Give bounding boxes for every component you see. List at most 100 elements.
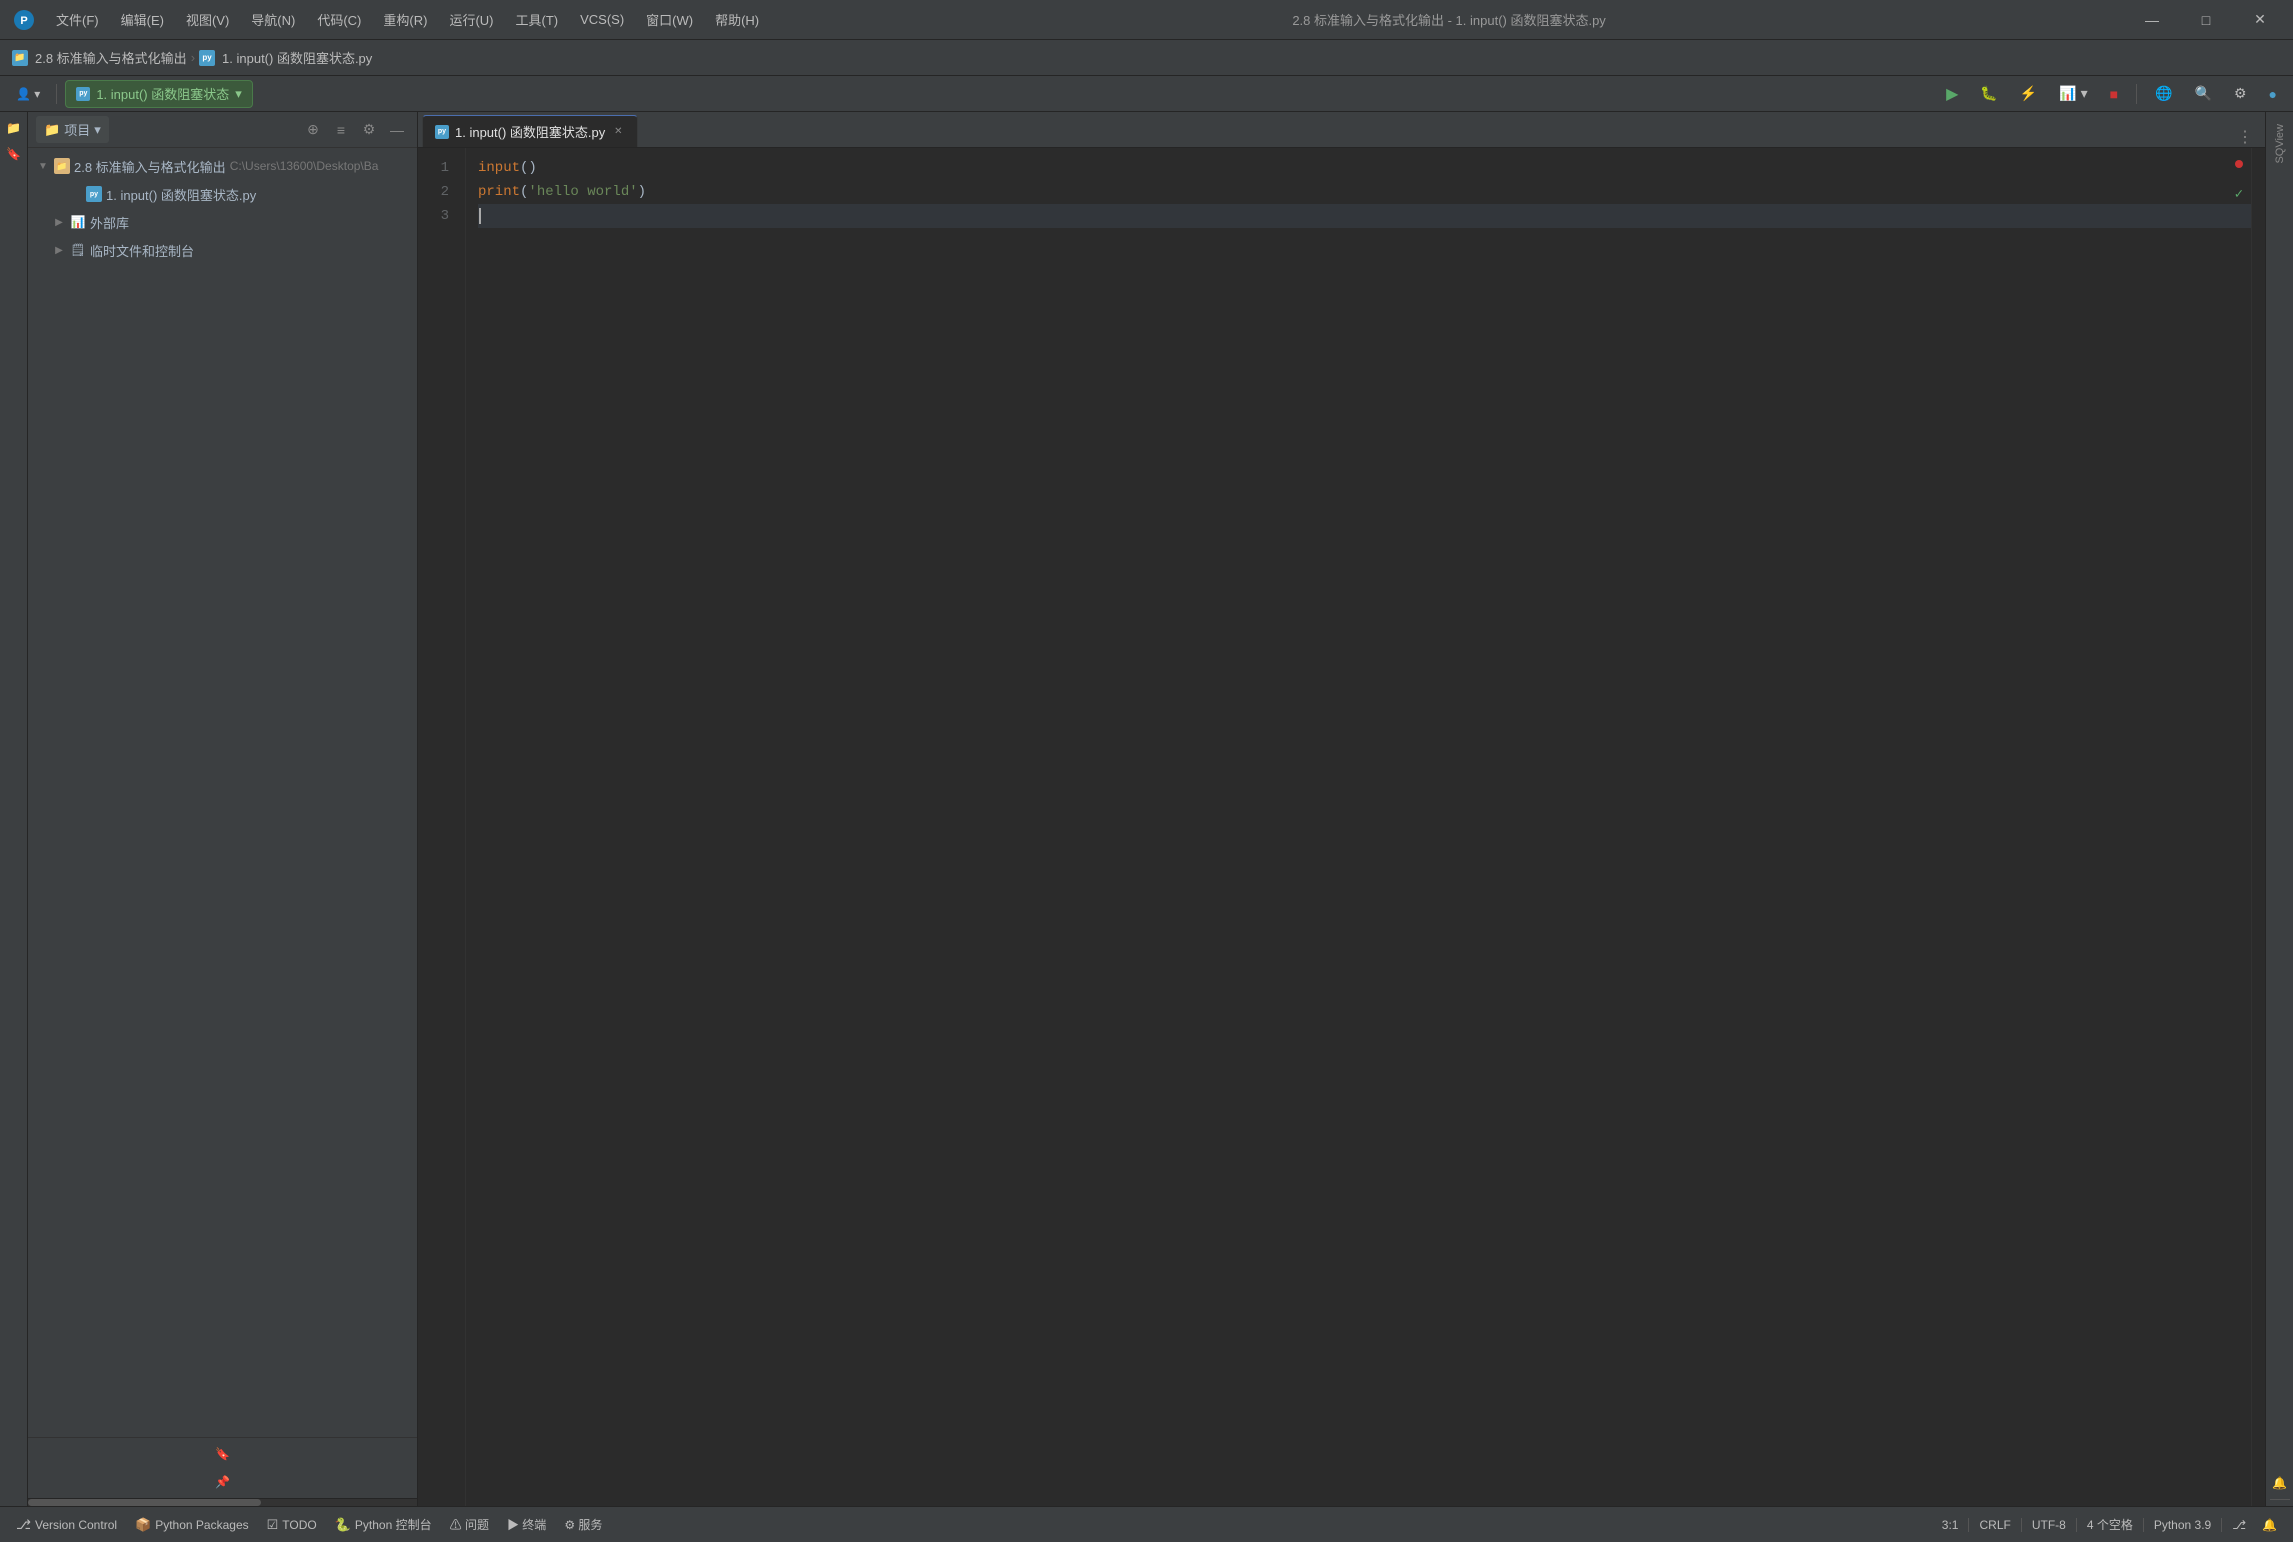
problems-button[interactable]: ⚠ 问题 [442,1512,497,1537]
profile-button[interactable]: 👤 ▾ [8,80,48,108]
breadcrumb-separator: › [191,50,195,65]
menu-refactor[interactable]: 重构(R) [373,6,437,33]
menu-code[interactable]: 代码(C) [307,6,371,33]
minimize-button[interactable]: — [2129,5,2175,35]
encoding[interactable]: UTF-8 [2024,1514,2074,1536]
scope-button[interactable]: ⊕ [301,118,325,142]
status-divider-2 [2021,1518,2022,1532]
sidebar-scrollbar[interactable] [28,1498,417,1506]
pin-icon[interactable]: 📌 [211,1470,235,1494]
settings-button[interactable]: ⚙ [2226,80,2255,108]
notification-rail-icon[interactable]: 🔔 [2268,1471,2292,1495]
git-branch-icon[interactable]: ⎇ [2224,1514,2254,1536]
status-divider-3 [2076,1518,2077,1532]
code-token-input: input [478,157,520,179]
main-content: 📁 🔖 📁 项目 ▾ ⊕ ≡ ⚙ — ▼ 📁 2.8 标准输入与格式化输出 C:… [0,112,2293,1506]
tree-lib-item[interactable]: ▶ 📊 外部库 [28,208,417,236]
menu-navigate[interactable]: 导航(N) [241,6,305,33]
search-button[interactable]: 🔍 [2187,80,2220,108]
code-editor[interactable]: 1 2 3 input() print('hello world') ✓ [418,148,2265,1506]
stop-button[interactable]: ■ [2102,80,2126,108]
project-sidebar: 📁 项目 ▾ ⊕ ≡ ⚙ — ▼ 📁 2.8 标准输入与格式化输出 C:\Use… [28,112,418,1506]
menu-view[interactable]: 视图(V) [176,6,239,33]
editor-tab-active[interactable]: py 1. input() 函数阻塞状态.py ✕ [422,115,638,147]
expand-arrow-icon: ▶ [52,243,66,257]
coverage-button[interactable]: 📊 ▾ [2051,80,2095,108]
file-tree: ▼ 📁 2.8 标准输入与格式化输出 C:\Users\13600\Deskto… [28,148,417,1437]
menu-vcs[interactable]: VCS(S) [570,8,634,31]
minimize-panel-button[interactable]: — [385,118,409,142]
title-bar: P 文件(F) 编辑(E) 视图(V) 导航(N) 代码(C) 重构(R) 运行… [0,0,2293,40]
debug-button[interactable]: 🐛 [1972,80,2005,108]
tree-root-label: 2.8 标准输入与格式化输出 [74,157,226,176]
status-bar: ⎇ Version Control 📦 Python Packages ☑ TO… [0,1506,2293,1542]
menu-tools[interactable]: 工具(T) [505,6,568,33]
gear-icon[interactable]: ⚙ [357,118,381,142]
menu-help[interactable]: 帮助(H) [705,6,769,33]
line-numbers: 1 2 3 [418,148,466,1506]
breadcrumb: 📁 2.8 标准输入与格式化输出 › py 1. input() 函数阻塞状态.… [12,48,372,67]
services-button[interactable]: ⚙ 服务 [556,1512,610,1537]
tab-close-button[interactable]: ✕ [611,125,625,139]
menu-window[interactable]: 窗口(W) [636,6,703,33]
profile-run-button[interactable]: ⚡ [2012,80,2045,108]
close-button[interactable]: ✕ [2237,5,2283,35]
bookmark-icon[interactable]: 🔖 [211,1442,235,1466]
project-selector[interactable]: 📁 项目 ▾ [36,116,109,143]
line-number-1: 1 [418,156,457,180]
chevron-down-icon: ▾ [94,122,101,138]
todo-label: TODO [282,1518,316,1532]
sqview-label[interactable]: SQView [2270,116,2290,172]
update-button[interactable]: ● [2261,80,2285,108]
python-version[interactable]: Python 3.9 [2146,1514,2219,1536]
editor-gutter [2251,148,2265,1506]
maximize-button[interactable]: □ [2183,5,2229,35]
python-packages-button[interactable]: 📦 Python Packages [127,1513,257,1537]
indent-setting[interactable]: 4 个空格 [2079,1512,2141,1537]
secondary-toolbar: 👤 ▾ py 1. input() 函数阻塞状态 ▾ ▶ 🐛 ⚡ 📊 ▾ ■ 🌐… [0,76,2293,112]
tab-py-icon: py [435,125,449,139]
error-marker-icon [2235,160,2243,168]
notification-icon[interactable]: 🔔 [2254,1514,2285,1536]
tree-root[interactable]: ▼ 📁 2.8 标准输入与格式化输出 C:\Users\13600\Deskto… [28,152,417,180]
breadcrumb-file[interactable]: 1. input() 函数阻塞状态.py [222,48,372,67]
line-number-3: 3 [418,204,457,228]
tree-file-item[interactable]: ▶ py 1. input() 函数阻塞状态.py [28,180,417,208]
chevron-down-icon: ▾ [235,86,242,102]
code-token-parens-2: ( [520,181,528,203]
tree-temp-item[interactable]: ▶ 🗒 临时文件和控制台 [28,236,417,264]
bookmarks-rail-btn[interactable]: 🔖 [2,142,26,166]
breadcrumb-project[interactable]: 2.8 标准输入与格式化输出 [35,48,187,67]
folder-icon: 📁 [54,158,70,174]
sidebar-toolbar: 📁 项目 ▾ ⊕ ≡ ⚙ — [28,112,417,148]
version-control-button[interactable]: ⎇ Version Control [8,1513,125,1537]
interpreter-button[interactable]: py 1. input() 函数阻塞状态 ▾ [65,80,252,108]
python-packages-label: Python Packages [155,1518,248,1532]
code-token-parens-1: () [520,157,537,179]
temp-icon: 🗒 [70,242,86,258]
tree-temp-label: 临时文件和控制台 [90,241,194,260]
run-button[interactable]: ▶ [1938,80,1966,108]
code-content[interactable]: input() print('hello world') ✓ [466,148,2251,1506]
python-console-label: Python 控制台 [355,1516,432,1533]
code-line-1: input() [478,156,2251,180]
python-console-button[interactable]: 🐍 Python 控制台 [327,1512,440,1537]
todo-button[interactable]: ☑ TODO [259,1513,325,1537]
menu-edit[interactable]: 编辑(E) [111,6,174,33]
project-rail-btn[interactable]: 📁 [2,116,26,140]
translate-button[interactable]: 🌐 [2147,80,2180,108]
collapse-all-button[interactable]: ≡ [329,118,353,142]
cursor-position[interactable]: 3:1 [1934,1514,1967,1536]
expand-arrow-icon: ▼ [36,159,50,173]
terminal-button[interactable]: ▶ 终端 [499,1512,554,1537]
git-icon: ⎇ [16,1517,31,1533]
py-icon: py [86,186,102,202]
folder-small-icon: 📁 [44,122,60,138]
console-icon: 🐍 [335,1517,351,1533]
menu-file[interactable]: 文件(F) [46,6,109,33]
tabs-more-button[interactable]: ⋮ [2229,127,2261,147]
lib-icon: 📊 [70,214,86,230]
menu-run[interactable]: 运行(U) [439,6,503,33]
line-ending[interactable]: CRLF [1971,1514,2018,1536]
toolbar-right: ▶ 🐛 ⚡ 📊 ▾ ■ 🌐 🔍 ⚙ ● [1938,80,2285,108]
